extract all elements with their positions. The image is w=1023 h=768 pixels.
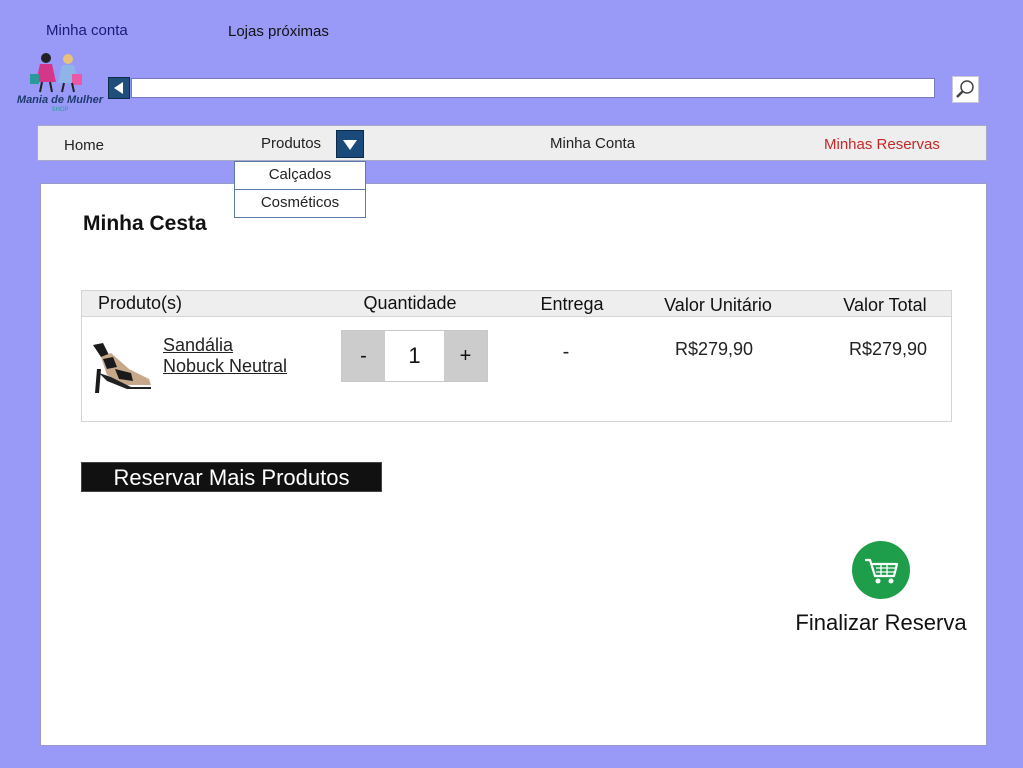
logo-tagline: SHOP <box>51 107 69 113</box>
finalize-reservation-label[interactable]: Finalizar Reserva <box>781 610 981 636</box>
logo[interactable]: Mania de Mulher SHOP <box>10 50 110 116</box>
total-price-value: R$279,90 <box>848 339 928 359</box>
dropdown-item-cosmeticos[interactable]: Cosméticos <box>235 189 365 217</box>
nav-my-reservations[interactable]: Minhas Reservas <box>824 136 940 153</box>
quantity-stepper: - 1 + <box>341 330 488 382</box>
logo-figures-icon <box>30 53 82 93</box>
product-image <box>93 343 151 393</box>
table-header: Produto(s) Quantidade Entrega Valor Unit… <box>82 291 951 317</box>
search-button[interactable] <box>952 76 979 103</box>
nav-home[interactable]: Home <box>64 137 104 154</box>
column-header-quantity: Quantidade <box>363 293 457 313</box>
finalize-reservation-button[interactable] <box>852 541 910 599</box>
search-input[interactable] <box>131 78 935 98</box>
shopping-cart-icon <box>865 558 899 584</box>
product-name-line2: Nobuck Neutral <box>163 356 288 376</box>
main-navbar: Home Produtos Minha Conta Minhas Reserva… <box>37 125 987 161</box>
dropdown-item-calcados[interactable]: Calçados <box>235 162 365 189</box>
quantity-value[interactable]: 1 <box>385 331 444 381</box>
products-dropdown-toggle[interactable] <box>336 130 364 158</box>
column-header-unit-price: Valor Unitário <box>664 295 772 315</box>
logo-text: Mania de Mulher <box>16 94 104 106</box>
basket-panel: Minha Cesta Produto(s) Quantidade Entreg… <box>40 183 987 746</box>
products-dropdown-menu: Calçados Cosméticos <box>234 161 366 218</box>
decrease-quantity-button[interactable]: - <box>342 331 385 381</box>
unit-price-value: R$279,90 <box>674 339 754 359</box>
increase-quantity-button[interactable]: + <box>444 331 487 381</box>
table-row: Sandália Nobuck Neutral - 1 + - R$279,90… <box>82 317 951 421</box>
back-button[interactable] <box>108 77 130 99</box>
search-icon <box>956 80 974 98</box>
column-header-total-price: Valor Total <box>843 295 927 315</box>
basket-table: Produto(s) Quantidade Entrega Valor Unit… <box>81 290 952 422</box>
product-name-link[interactable]: Sandália Nobuck Neutral <box>163 335 287 377</box>
nearby-stores-link[interactable]: Lojas próximas <box>228 23 329 40</box>
chevron-down-icon <box>343 140 357 150</box>
my-account-link[interactable]: Minha conta <box>46 22 128 39</box>
nav-my-account[interactable]: Minha Conta <box>550 135 635 152</box>
arrow-left-icon <box>114 82 123 94</box>
delivery-value: - <box>562 341 570 363</box>
product-name-line1: Sandália <box>163 335 234 355</box>
reserve-more-products-button[interactable]: Reservar Mais Produtos <box>81 462 382 492</box>
column-header-delivery: Entrega <box>540 294 604 314</box>
column-header-product: Produto(s) <box>98 293 183 313</box>
page-title: Minha Cesta <box>83 212 207 235</box>
nav-products[interactable]: Produtos <box>261 135 321 152</box>
